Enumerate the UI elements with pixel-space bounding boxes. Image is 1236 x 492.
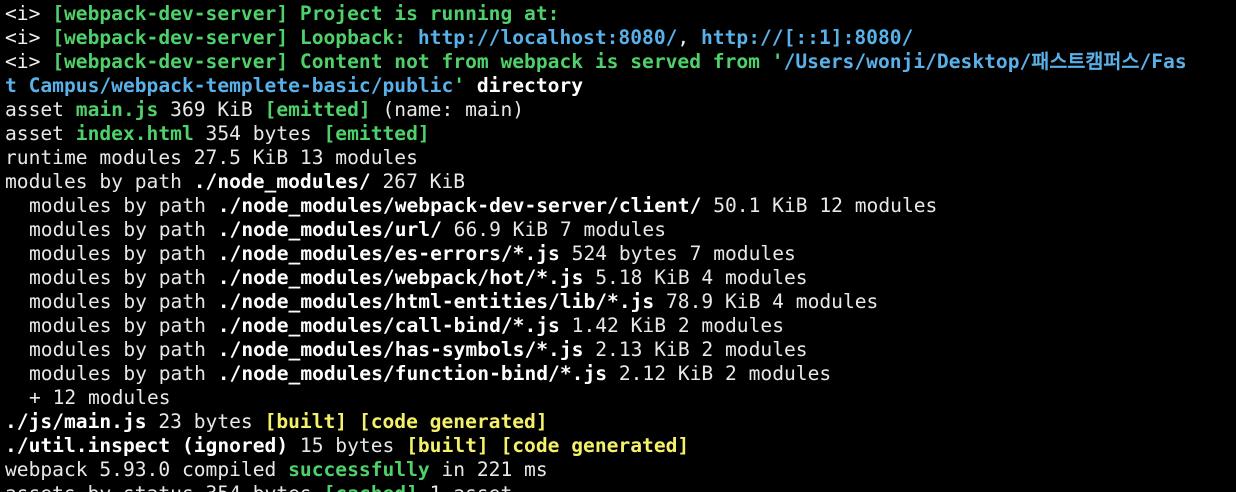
- modules-path: ./node_modules/es-errors/*.js: [217, 242, 560, 265]
- success-word: successfully: [288, 458, 430, 481]
- module-name: ./js/main.js: [5, 410, 147, 433]
- asset-size: 369 KiB: [158, 98, 265, 121]
- module-row: modules by path ./node_modules/call-bind…: [5, 314, 1236, 338]
- info-prefix: <i>: [5, 26, 53, 49]
- localhost-url[interactable]: http://localhost:8080/: [418, 26, 678, 49]
- runtime-line: runtime modules 27.5 KiB 13 modules: [5, 146, 418, 169]
- emitted-flag: [emitted]: [264, 98, 371, 121]
- modules-path: ./node_modules/webpack-dev-server/client…: [217, 194, 702, 217]
- modules-path: ./node_modules/url/: [217, 218, 442, 241]
- generated-flag: [code generated]: [347, 410, 548, 433]
- modules-prefix: modules by path: [29, 362, 218, 385]
- log-line-running: <i> [webpack-dev-server] Project is runn…: [5, 2, 1236, 26]
- modules-prefix: modules by path: [29, 290, 218, 313]
- modules-head-line: modules by path ./node_modules/ 267 KiB: [5, 170, 1236, 194]
- module-row: modules by path ./node_modules/webpack-d…: [5, 194, 1236, 218]
- module-row: modules by path ./node_modules/es-errors…: [5, 242, 1236, 266]
- module-name: ./util.inspect (ignored): [5, 434, 289, 457]
- modules-size: 1.42 KiB 2 modules: [559, 314, 784, 337]
- modules-size: 50.1 KiB 12 modules: [701, 194, 938, 217]
- modules-prefix: modules by path: [29, 218, 218, 241]
- asset-line-main: asset main.js 369 KiB [emitted] (name: m…: [5, 98, 1236, 122]
- log-message: Content not from webpack is served from …: [288, 50, 784, 73]
- asset-name: index.html: [75, 122, 194, 145]
- util-line: ./util.inspect (ignored) 15 bytes [built…: [5, 434, 1236, 458]
- built-flag: [built]: [406, 434, 489, 457]
- modules-path: ./node_modules/has-symbols/*.js: [217, 338, 584, 361]
- info-prefix: <i>: [5, 2, 53, 25]
- module-size: 15 bytes: [288, 434, 407, 457]
- module-row: modules by path ./node_modules/url/ 66.9…: [5, 218, 1236, 242]
- dev-server-tag: [webpack-dev-server]: [52, 26, 289, 49]
- asset-line-index: asset index.html 354 bytes [emitted]: [5, 122, 1236, 146]
- module-row: modules by path ./node_modules/has-symbo…: [5, 338, 1236, 362]
- modules-size: 524 bytes 7 modules: [559, 242, 796, 265]
- modules-size: 66.9 KiB 7 modules: [441, 218, 667, 241]
- modules-prefix: modules by path: [29, 338, 218, 361]
- loopback-label: Loopback:: [288, 26, 418, 49]
- main-js-line: ./js/main.js 23 bytes [built] [code gene…: [5, 410, 1236, 434]
- modules-prefix: modules by path: [29, 266, 218, 289]
- info-prefix: <i>: [5, 50, 53, 73]
- module-row: modules by path ./node_modules/webpack/h…: [5, 266, 1236, 290]
- modules-prefix: modules by path: [5, 170, 194, 193]
- modules-path: ./node_modules/webpack/hot/*.js: [217, 266, 584, 289]
- generated-flag: [code generated]: [488, 434, 690, 457]
- compiled-time: in 221 ms: [429, 458, 548, 481]
- modules-path: ./node_modules/call-bind/*.js: [217, 314, 560, 337]
- terminal-window[interactable]: <i> [webpack-dev-server] Project is runn…: [0, 0, 1236, 492]
- assets-status: assets by status 354 bytes: [5, 482, 324, 492]
- directory-word: directory: [465, 74, 584, 97]
- compiled-prefix: webpack 5.93.0 compiled: [5, 458, 289, 481]
- log-line-content-cont: t Campus/webpack-templete-basic/public' …: [5, 74, 1236, 98]
- log-message: Project is running at:: [288, 2, 560, 25]
- dev-server-tag: [webpack-dev-server]: [52, 50, 289, 73]
- asset-extra: (name: main): [370, 98, 525, 121]
- module-row: modules by path ./node_modules/function-…: [5, 362, 1236, 386]
- modules-path: ./node_modules/: [193, 170, 371, 193]
- modules-size: 267 KiB: [370, 170, 466, 193]
- modules-size: 78.9 KiB 4 modules: [654, 290, 879, 313]
- modules-size: 2.12 KiB 2 modules: [607, 362, 832, 385]
- url-separator: ,: [677, 26, 702, 49]
- quote: ': [453, 74, 466, 97]
- modules-prefix: modules by path: [29, 242, 218, 265]
- dev-server-tag: [webpack-dev-server]: [52, 2, 289, 25]
- modules-prefix: modules by path: [29, 314, 218, 337]
- more-modules-line: + 12 modules: [29, 386, 171, 409]
- module-size: 23 bytes: [146, 410, 265, 433]
- modules-path: ./node_modules/function-bind/*.js: [217, 362, 608, 385]
- asset-name: main.js: [75, 98, 159, 121]
- modules-size: 2.13 KiB 2 modules: [583, 338, 808, 361]
- asset-count: 1 asset: [418, 482, 513, 492]
- modules-path: ./node_modules/html-entities/lib/*.js: [217, 290, 655, 313]
- asset-size: 354 bytes: [193, 122, 324, 145]
- modules-size: 5.18 KiB 4 modules: [583, 266, 808, 289]
- cached-flag: [cached]: [324, 482, 418, 492]
- compiled-line: webpack 5.93.0 compiled successfully in …: [5, 458, 1236, 482]
- module-row: modules by path ./node_modules/html-enti…: [5, 290, 1236, 314]
- log-line-loopback: <i> [webpack-dev-server] Loopback: http:…: [5, 26, 1236, 50]
- asset-word: asset: [5, 98, 76, 121]
- ipv6-url[interactable]: http://[::1]:8080/: [701, 26, 913, 49]
- modules-prefix: modules by path: [29, 194, 218, 217]
- built-flag: [built]: [264, 410, 348, 433]
- cut-off-line: assets by status 354 bytes [cached] 1 as…: [5, 482, 1236, 492]
- static-path: /Users/wonji/Desktop/패스트캠퍼스/Fas: [783, 50, 1187, 73]
- log-line-content: <i> [webpack-dev-server] Content not fro…: [5, 50, 1236, 74]
- emitted-flag: [emitted]: [323, 122, 430, 145]
- static-path-cont: t Campus/webpack-templete-basic/public: [5, 74, 454, 97]
- asset-word: asset: [5, 122, 76, 145]
